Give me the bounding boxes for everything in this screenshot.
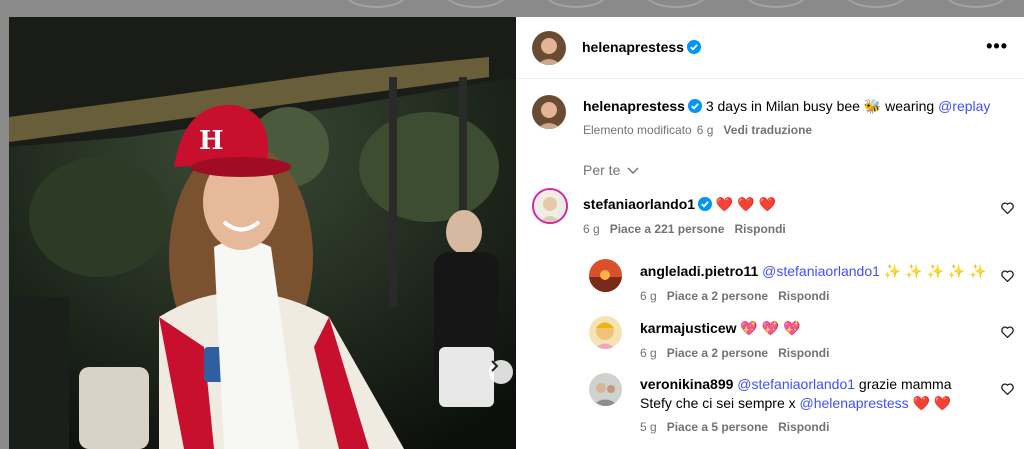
comment-time: 6 g [583, 222, 600, 236]
next-photo-button[interactable] [489, 360, 513, 384]
author-avatar[interactable] [532, 31, 566, 65]
filter-label: Per te [583, 162, 621, 178]
reply-avatar[interactable] [589, 373, 622, 406]
reply-line: angleladi.pietro11 @stefaniaorlando1 ✨ ✨… [640, 262, 987, 280]
reply-mention-link-2[interactable]: @helenaprestess [800, 395, 909, 411]
chevron-down-icon [627, 167, 639, 175]
story-bubble[interactable] [844, 0, 908, 8]
commenter-avatar[interactable] [532, 188, 568, 224]
reply-button[interactable]: Rispondi [734, 222, 785, 236]
reply-likes[interactable]: Piace a 2 persone [667, 289, 768, 303]
story-bubble[interactable] [444, 0, 508, 8]
caption-body-after: wearing [885, 98, 935, 114]
comment-likes[interactable]: Piace a 221 persone [610, 222, 725, 236]
author-line: helenaprestess [582, 39, 701, 59]
reply-button[interactable]: Rispondi [778, 289, 829, 303]
author-username[interactable]: helenaprestess [582, 39, 684, 55]
caption-body: 3 days in Milan busy bee [705, 98, 860, 114]
translate-link[interactable]: Vedi traduzione [723, 123, 812, 137]
reply-emojis: ✨ ✨ ✨ ✨ ✨ [883, 263, 987, 279]
comment-emojis: ❤️ ❤️ ❤️ [715, 196, 776, 212]
reply-avatar[interactable] [589, 259, 622, 292]
comment-meta: 6 g Piace a 221 persone Rispondi [583, 222, 796, 236]
reply-emojis: 💖 💖 💖 [740, 320, 801, 336]
story-tray [300, 0, 1024, 8]
heart-outline-icon[interactable] [1001, 269, 1014, 287]
reply-meta: 6 g Piace a 2 persone Rispondi [640, 346, 839, 360]
reply-text-2: Stefy che ci sei sempre x [640, 395, 796, 411]
caption-time: 6 g [696, 123, 714, 137]
reply-meta: 5 g Piace a 5 persone Rispondi [640, 420, 839, 434]
comments-panel: helenaprestess ••• helenaprestess 3 days… [516, 17, 1024, 449]
svg-text:H: H [199, 126, 224, 156]
caption-author[interactable]: helenaprestess [583, 98, 685, 114]
reply-line: karmajusticew 💖 💖 💖 [640, 319, 800, 337]
heart-outline-icon[interactable] [1001, 201, 1014, 219]
story-bubble[interactable] [544, 0, 608, 8]
edited-label: Elemento modificato [583, 123, 692, 137]
reply-button[interactable]: Rispondi [778, 346, 829, 360]
reply-likes[interactable]: Piace a 5 persone [667, 420, 768, 434]
reply-mention-link[interactable]: @stefaniaorlando1 [737, 376, 855, 392]
reply-time: 6 g [640, 346, 657, 360]
heart-outline-icon[interactable] [1001, 325, 1014, 343]
reply-button[interactable]: Rispondi [778, 420, 829, 434]
reply-emojis: ❤️ ❤️ [912, 395, 952, 411]
more-options-icon[interactable]: ••• [986, 37, 1008, 55]
bee-emoji: 🐝 [863, 98, 882, 114]
reply-time: 5 g [640, 420, 657, 434]
reply-mention-link[interactable]: @stefaniaorlando1 [762, 263, 880, 279]
post-image: H [9, 17, 516, 449]
post-photo[interactable]: H [9, 17, 516, 449]
verified-badge-icon [686, 40, 701, 59]
reply-line: veronikina899 @stefaniaorlando1 grazie m… [640, 375, 952, 393]
story-bubble[interactable] [744, 0, 808, 8]
story-bubble[interactable] [944, 0, 1008, 8]
caption-text: helenaprestess 3 days in Milan busy bee … [583, 97, 990, 117]
reply-username[interactable]: veronikina899 [640, 376, 733, 392]
reply-username[interactable]: karmajusticew [640, 320, 737, 336]
reply-likes[interactable]: Piace a 2 persone [667, 346, 768, 360]
reply-time: 6 g [640, 289, 657, 303]
reply-line-2: Stefy che ci sei sempre x @helenaprestes… [640, 394, 951, 412]
verified-badge-icon [687, 99, 702, 117]
replay-mention-link[interactable]: @replay [938, 98, 990, 114]
reply-username[interactable]: angleladi.pietro11 [640, 263, 758, 279]
comment-filter-dropdown[interactable]: Per te [583, 162, 639, 178]
reply-text: grazie mamma [858, 376, 952, 392]
caption-avatar[interactable] [532, 95, 566, 129]
reply-avatar[interactable] [589, 316, 622, 349]
comment-line: stefaniaorlando1 ❤️ ❤️ ❤️ [583, 195, 776, 215]
story-bubble[interactable] [644, 0, 708, 8]
heart-outline-icon[interactable] [1001, 382, 1014, 400]
post-header: helenaprestess ••• [516, 17, 1024, 79]
story-bubble[interactable] [344, 0, 408, 8]
caption-meta: Elemento modificato 6 g Vedi traduzione [583, 123, 822, 137]
comment-username[interactable]: stefaniaorlando1 [583, 196, 695, 212]
verified-badge-icon [698, 197, 713, 215]
chevron-right-icon [491, 360, 499, 372]
reply-meta: 6 g Piace a 2 persone Rispondi [640, 289, 839, 303]
